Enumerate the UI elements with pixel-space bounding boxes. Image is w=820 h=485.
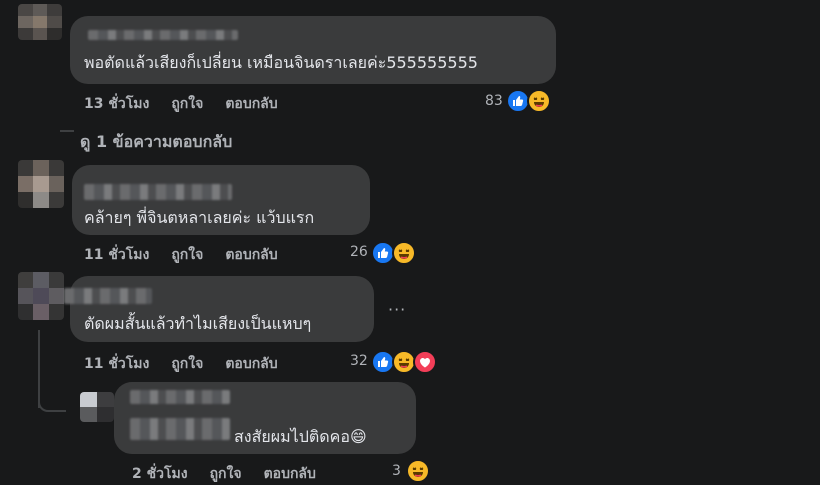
reply-button[interactable]: ตอบกลับ bbox=[264, 466, 316, 482]
commenter-name[interactable] bbox=[88, 30, 238, 40]
reaction-count[interactable]: 26 bbox=[350, 244, 368, 260]
reaction-count[interactable]: 83 bbox=[485, 93, 503, 109]
comment-timestamp[interactable]: 13 ชั่วโมง bbox=[84, 96, 149, 112]
comment-actions: 11 ชั่วโมง ถูกใจ ตอบกลับ bbox=[84, 353, 300, 375]
avatar[interactable] bbox=[18, 272, 64, 320]
haha-icon[interactable] bbox=[527, 89, 551, 113]
comment-timestamp[interactable]: 2 ชั่วโมง bbox=[132, 466, 188, 482]
comment-text: คล้ายๆ พี่จินตหลาเลยค่ะ แว้บแรก bbox=[84, 208, 315, 227]
like-button[interactable]: ถูกใจ bbox=[210, 466, 242, 482]
like-button[interactable]: ถูกใจ bbox=[171, 356, 203, 372]
comment-text: ตัดผมสั้นแล้วทำไมเสียงเป็นแหบๆ bbox=[84, 314, 312, 333]
haha-icon[interactable] bbox=[392, 241, 416, 265]
comment-text: พอตัดแล้วเสียงก็เปลี่ยน เหมือนจินดราเลยค… bbox=[84, 53, 478, 72]
avatar[interactable] bbox=[80, 392, 114, 422]
commenter-name[interactable] bbox=[84, 184, 232, 200]
reply-button[interactable]: ตอบกลับ bbox=[225, 96, 277, 112]
thread-branch bbox=[38, 396, 66, 412]
like-button[interactable]: ถูกใจ bbox=[171, 247, 203, 263]
avatar[interactable] bbox=[18, 4, 62, 40]
commenter-name[interactable] bbox=[130, 390, 230, 404]
comment-text: สงสัยผมไปติดคอ😄 bbox=[234, 427, 367, 446]
comment-timestamp[interactable]: 11 ชั่วโมง bbox=[84, 356, 149, 372]
more-options-button[interactable]: ··· bbox=[388, 300, 406, 319]
commenter-name[interactable] bbox=[64, 288, 152, 304]
reply-connector bbox=[60, 130, 74, 133]
comment-timestamp[interactable]: 11 ชั่วโมง bbox=[84, 247, 149, 263]
love-icon[interactable] bbox=[413, 350, 437, 374]
like-button[interactable]: ถูกใจ bbox=[171, 96, 203, 112]
comment-actions: 2 ชั่วโมง ถูกใจ ตอบกลับ bbox=[132, 463, 338, 485]
reply-button[interactable]: ตอบกลับ bbox=[225, 247, 277, 263]
reply-button[interactable]: ตอบกลับ bbox=[225, 356, 277, 372]
comment-actions: 11 ชั่วโมง ถูกใจ ตอบกลับ bbox=[84, 244, 300, 266]
avatar[interactable] bbox=[18, 160, 64, 208]
commenter-name-cont bbox=[130, 418, 230, 440]
reaction-count[interactable]: 32 bbox=[350, 353, 368, 369]
comment-actions: 13 ชั่วโมง ถูกใจ ตอบกลับ bbox=[84, 93, 300, 115]
view-replies-link[interactable]: ดู 1 ข้อความตอบกลับ bbox=[80, 130, 232, 155]
reaction-count[interactable]: 3 bbox=[392, 463, 401, 479]
haha-icon[interactable] bbox=[406, 459, 430, 483]
